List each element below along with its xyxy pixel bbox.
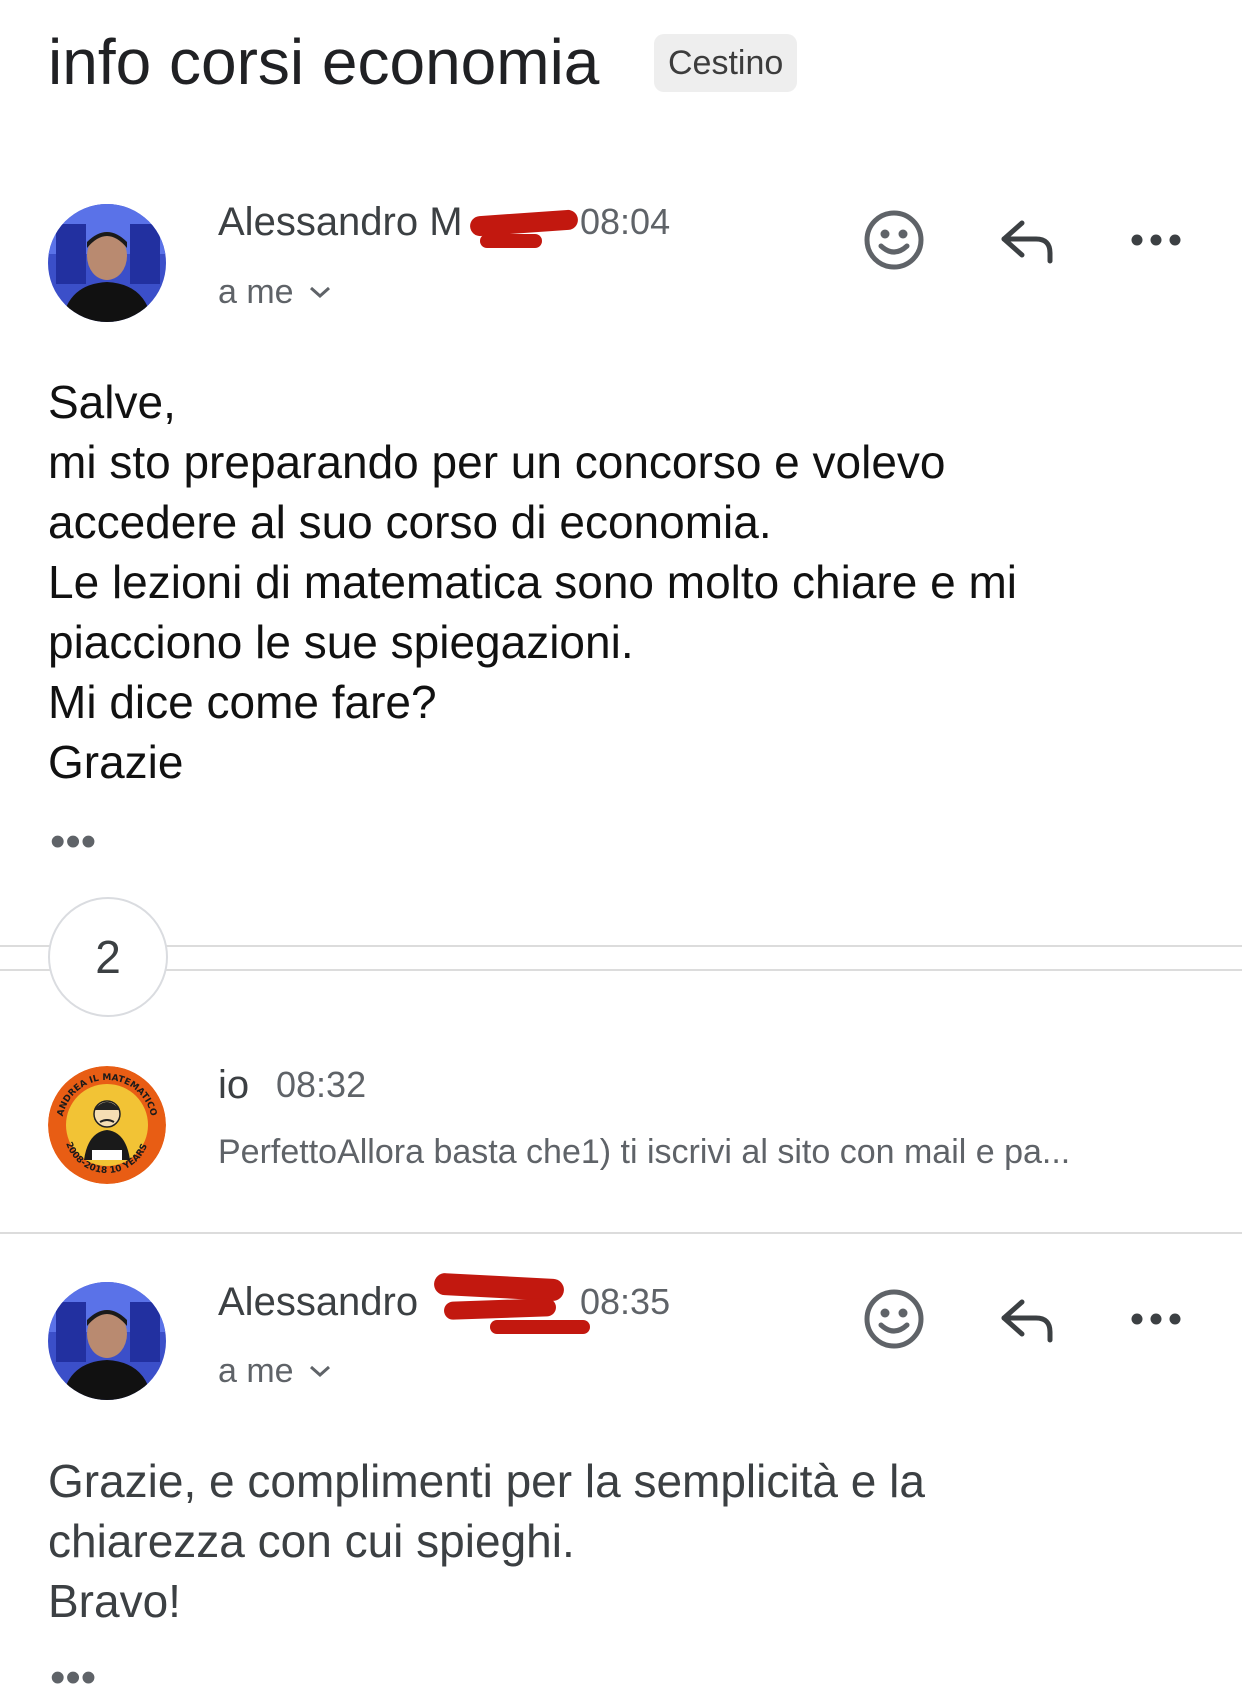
sender-avatar[interactable] — [48, 1282, 166, 1400]
sender-name: io — [218, 1063, 250, 1107]
recipient-toggle[interactable]: a me — [218, 270, 332, 314]
sender-name: Alessandro — [218, 1280, 419, 1324]
show-quoted-text-button[interactable]: ••• — [50, 820, 96, 864]
divider — [0, 969, 1242, 971]
message-time: 08:32 — [276, 1064, 367, 1105]
emoji-reaction-icon[interactable] — [858, 1283, 930, 1355]
show-quoted-text-button[interactable]: ••• — [50, 1656, 96, 1700]
message-time: 08:04 — [580, 201, 671, 242]
reply-icon[interactable] — [990, 204, 1062, 276]
body-line: Grazie — [48, 736, 184, 788]
sender-name: Alessandro M — [218, 200, 463, 244]
redaction-mark — [433, 1272, 565, 1302]
message-body: Salve, mi sto preparando per un concorso… — [48, 372, 1017, 792]
redaction-mark — [480, 234, 542, 248]
thread-subject: info corsi economia — [48, 26, 600, 98]
reply-icon[interactable] — [990, 1283, 1062, 1355]
my-avatar[interactable]: ANDREA IL MATEMATICO 2008-2018 10 YEARS — [48, 1066, 166, 1184]
body-line: Mi dice come fare? — [48, 676, 437, 728]
body-line: chiarezza con cui spieghi. — [48, 1515, 575, 1567]
divider — [0, 1232, 1242, 1234]
body-line: piacciono le sue spiegazioni. — [48, 616, 634, 668]
redaction-mark — [443, 1298, 557, 1320]
body-line: Salve, — [48, 376, 176, 428]
chevron-down-icon — [308, 1363, 332, 1379]
body-line: Le lezioni di matematica sono molto chia… — [48, 556, 1018, 608]
more-options-icon[interactable] — [1120, 1283, 1192, 1355]
message-time: 08:35 — [580, 1281, 671, 1322]
label-badge-trash[interactable]: Cestino — [654, 34, 798, 92]
body-line: mi sto preparando per un concorso e vole… — [48, 436, 946, 488]
body-line: Grazie, e complimenti per la semplicità … — [48, 1455, 925, 1507]
sender-avatar[interactable] — [48, 204, 166, 322]
message-snippet[interactable]: PerfettoAllora basta che1) ti iscrivi al… — [218, 1130, 1070, 1174]
emoji-reaction-icon[interactable] — [858, 204, 930, 276]
recipient-label: a me — [218, 273, 294, 311]
body-line: Bravo! — [48, 1575, 181, 1627]
chevron-down-icon — [308, 284, 332, 300]
body-line: accedere al suo corso di economia. — [48, 496, 772, 548]
collapsed-messages-count[interactable]: 2 — [48, 897, 168, 1017]
redaction-mark — [490, 1320, 590, 1334]
recipient-toggle[interactable]: a me — [218, 1349, 332, 1393]
more-options-icon[interactable] — [1120, 204, 1192, 276]
divider — [0, 945, 1242, 947]
redaction-mark — [469, 209, 579, 237]
recipient-label: a me — [218, 1352, 294, 1390]
message-body: Grazie, e complimenti per la semplicità … — [48, 1451, 925, 1631]
